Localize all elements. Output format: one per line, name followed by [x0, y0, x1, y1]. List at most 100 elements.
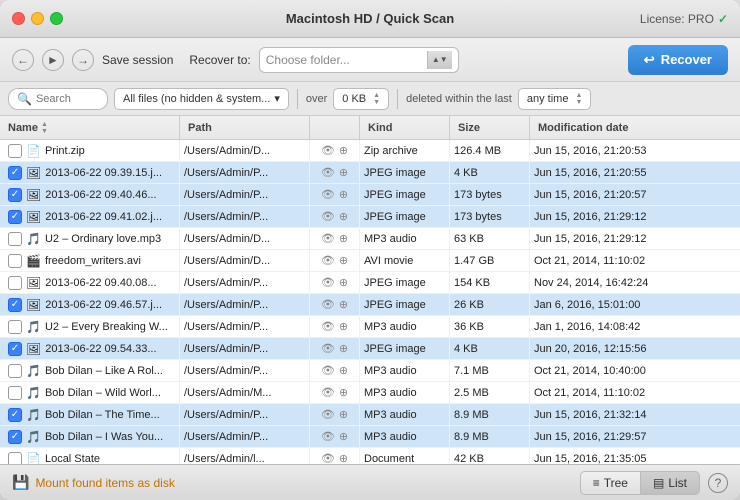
- file-name: 2013-06-22 09.40.08...: [45, 277, 156, 289]
- table-row[interactable]: 🎵Bob Dilan – Wild Worl.../Users/Admin/M.…: [0, 382, 740, 404]
- col-header-moddate[interactable]: Modification date: [530, 116, 740, 139]
- cell-moddate: Jun 15, 2016, 21:29:57: [530, 426, 740, 447]
- info-icon[interactable]: ⊕: [339, 386, 348, 399]
- row-checkbox[interactable]: [8, 254, 22, 268]
- table-row[interactable]: ✓🖼2013-06-22 09.41.02.j.../Users/Admin/P…: [0, 206, 740, 228]
- search-input[interactable]: [36, 93, 106, 105]
- recover-button[interactable]: ↩ Recover: [628, 45, 728, 75]
- preview-icon[interactable]: 👁: [321, 386, 335, 399]
- size-filter[interactable]: 0 KB ▲▼: [333, 88, 389, 110]
- info-icon[interactable]: ⊕: [339, 452, 348, 464]
- table-row[interactable]: ✓🖼2013-06-22 09.40.46.../Users/Admin/P..…: [0, 184, 740, 206]
- row-checkbox[interactable]: ✓: [8, 430, 22, 444]
- col-header-name[interactable]: Name ▲▼: [0, 116, 180, 139]
- info-icon[interactable]: ⊕: [339, 408, 348, 421]
- info-icon[interactable]: ⊕: [339, 276, 348, 289]
- save-session-button[interactable]: Save session: [102, 53, 173, 67]
- table-row[interactable]: ✓🎵Bob Dilan – I Was You.../Users/Admin/P…: [0, 426, 740, 448]
- info-icon[interactable]: ⊕: [339, 320, 348, 333]
- cell-path: /Users/Admin/P...: [180, 294, 310, 315]
- preview-icon[interactable]: 👁: [321, 452, 335, 464]
- preview-icon[interactable]: 👁: [321, 298, 335, 311]
- row-checkbox[interactable]: ✓: [8, 210, 22, 224]
- row-checkbox[interactable]: [8, 144, 22, 158]
- cell-name: ✓🖼2013-06-22 09.46.57.j...: [0, 294, 180, 315]
- help-button[interactable]: ?: [708, 473, 728, 493]
- table-row[interactable]: ✓🖼2013-06-22 09.46.57.j.../Users/Admin/P…: [0, 294, 740, 316]
- preview-icon[interactable]: 👁: [321, 144, 335, 157]
- close-button[interactable]: [12, 12, 25, 25]
- preview-icon[interactable]: 👁: [321, 364, 335, 377]
- mount-button[interactable]: 💾 Mount found items as disk: [12, 474, 175, 491]
- filterbar: 🔍 All files (no hidden & system... ▾ ove…: [0, 82, 740, 116]
- table-row[interactable]: 🎬freedom_writers.avi/Users/Admin/D...👁⊕A…: [0, 250, 740, 272]
- table-row[interactable]: 🎵Bob Dilan – Like A Rol.../Users/Admin/P…: [0, 360, 740, 382]
- info-icon[interactable]: ⊕: [339, 188, 348, 201]
- preview-icon[interactable]: 👁: [321, 166, 335, 179]
- col-header-kind[interactable]: Kind: [360, 116, 450, 139]
- window-buttons: [12, 12, 63, 25]
- preview-icon[interactable]: 👁: [321, 276, 335, 289]
- row-checkbox[interactable]: [8, 386, 22, 400]
- row-checkbox[interactable]: [8, 232, 22, 246]
- row-checkbox[interactable]: [8, 320, 22, 334]
- preview-icon[interactable]: 👁: [321, 430, 335, 443]
- maximize-button[interactable]: [50, 12, 63, 25]
- cell-size: 1.47 GB: [450, 250, 530, 271]
- row-checkbox[interactable]: [8, 276, 22, 290]
- row-checkbox[interactable]: ✓: [8, 188, 22, 202]
- info-icon[interactable]: ⊕: [339, 232, 348, 245]
- all-files-filter[interactable]: All files (no hidden & system... ▾: [114, 88, 289, 110]
- time-filter[interactable]: any time ▲▼: [518, 88, 592, 110]
- preview-icon[interactable]: 👁: [321, 408, 335, 421]
- row-checkbox[interactable]: ✓: [8, 298, 22, 312]
- row-checkbox[interactable]: ✓: [8, 342, 22, 356]
- cell-moddate: Jun 15, 2016, 21:20:53: [530, 140, 740, 161]
- list-view-button[interactable]: ▤ List: [641, 471, 700, 495]
- recover-icon: ↩: [644, 52, 655, 68]
- table-row[interactable]: 📄Local State/Users/Admin/l...👁⊕Document4…: [0, 448, 740, 464]
- file-list[interactable]: 📄Print.zip/Users/Admin/D...👁⊕Zip archive…: [0, 140, 740, 464]
- file-name: freedom_writers.avi: [45, 255, 141, 267]
- col-header-path[interactable]: Path: [180, 116, 310, 139]
- info-icon[interactable]: ⊕: [339, 298, 348, 311]
- table-row[interactable]: 🎵U2 – Ordinary love.mp3/Users/Admin/D...…: [0, 228, 740, 250]
- preview-icon[interactable]: 👁: [321, 210, 335, 223]
- forward-button[interactable]: →: [72, 49, 94, 71]
- search-box[interactable]: 🔍: [8, 88, 108, 110]
- info-icon[interactable]: ⊕: [339, 430, 348, 443]
- info-icon[interactable]: ⊕: [339, 144, 348, 157]
- table-row[interactable]: ✓🎵Bob Dilan – The Time.../Users/Admin/P.…: [0, 404, 740, 426]
- minimize-button[interactable]: [31, 12, 44, 25]
- file-name: Print.zip: [45, 145, 85, 157]
- back-button[interactable]: ←: [12, 49, 34, 71]
- row-checkbox[interactable]: ✓: [8, 166, 22, 180]
- info-icon[interactable]: ⊕: [339, 364, 348, 377]
- row-checkbox[interactable]: [8, 364, 22, 378]
- play-button[interactable]: ►: [42, 49, 64, 71]
- table-row[interactable]: 📄Print.zip/Users/Admin/D...👁⊕Zip archive…: [0, 140, 740, 162]
- table-row[interactable]: 🖼2013-06-22 09.40.08.../Users/Admin/P...…: [0, 272, 740, 294]
- table-row[interactable]: ✓🖼2013-06-22 09.54.33.../Users/Admin/P..…: [0, 338, 740, 360]
- tree-view-button[interactable]: ≡ Tree: [580, 471, 641, 495]
- cell-kind: JPEG image: [360, 206, 450, 227]
- info-icon[interactable]: ⊕: [339, 254, 348, 267]
- preview-icon[interactable]: 👁: [321, 320, 335, 333]
- cell-kind: JPEG image: [360, 184, 450, 205]
- info-icon[interactable]: ⊕: [339, 342, 348, 355]
- table-row[interactable]: ✓🖼2013-06-22 09.39.15.j.../Users/Admin/P…: [0, 162, 740, 184]
- row-checkbox[interactable]: ✓: [8, 408, 22, 422]
- preview-icon[interactable]: 👁: [321, 232, 335, 245]
- table-row[interactable]: 🎵U2 – Every Breaking W.../Users/Admin/P.…: [0, 316, 740, 338]
- col-header-size[interactable]: Size: [450, 116, 530, 139]
- cell-kind: JPEG image: [360, 162, 450, 183]
- info-icon[interactable]: ⊕: [339, 166, 348, 179]
- preview-icon[interactable]: 👁: [321, 254, 335, 267]
- row-checkbox[interactable]: [8, 452, 22, 465]
- preview-icon[interactable]: 👁: [321, 188, 335, 201]
- cell-name: 🎵Bob Dilan – Like A Rol...: [0, 360, 180, 381]
- preview-icon[interactable]: 👁: [321, 342, 335, 355]
- folder-dropdown[interactable]: Choose folder... ▲▼: [259, 47, 459, 73]
- cell-kind: Document: [360, 448, 450, 464]
- info-icon[interactable]: ⊕: [339, 210, 348, 223]
